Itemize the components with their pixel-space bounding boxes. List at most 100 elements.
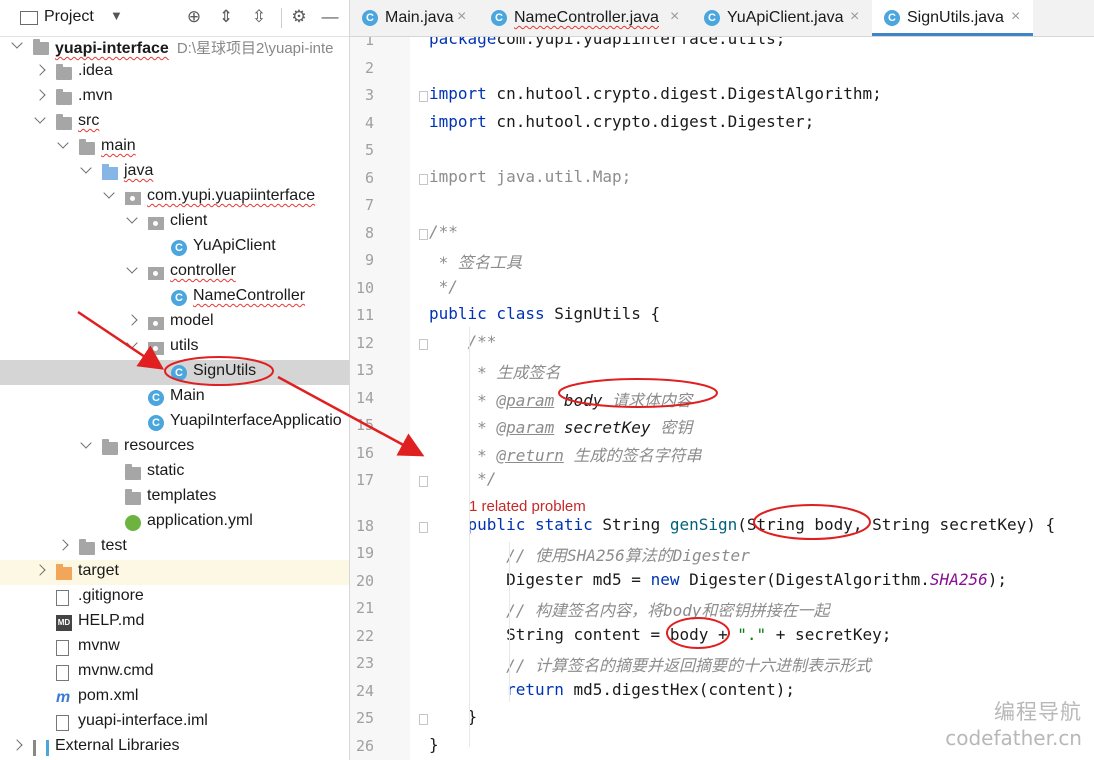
tree-item[interactable]: java: [0, 160, 349, 185]
chevron-down-icon[interactable]: [104, 190, 114, 200]
tree-item[interactable]: yuapi-interface.iml: [0, 710, 349, 735]
fold-marker-icon[interactable]: [419, 338, 428, 350]
fold-marker-icon[interactable]: [419, 228, 428, 240]
tree-item[interactable]: static: [0, 460, 349, 485]
folder-icon: [79, 139, 95, 155]
tree-item[interactable]: application.yml: [0, 510, 349, 535]
code-line[interactable]: // 使用SHA256算法的Digester: [429, 542, 750, 566]
code-line[interactable]: }: [429, 735, 439, 754]
tree-item[interactable]: templates: [0, 485, 349, 510]
line-number: 8: [364, 223, 374, 242]
expand-all-icon[interactable]: ⇕: [216, 6, 236, 28]
chevron-right-icon[interactable]: [35, 565, 45, 575]
tree-item[interactable]: mvnw: [0, 635, 349, 660]
close-icon[interactable]: ×: [850, 8, 859, 26]
code-line[interactable]: public class SignUtils {: [429, 304, 660, 323]
tree-item[interactable]: controller: [0, 260, 349, 285]
chevron-down-icon[interactable]: [127, 215, 137, 225]
close-icon[interactable]: ×: [670, 8, 679, 26]
tree-item[interactable]: .idea: [0, 60, 349, 85]
fold-marker-icon[interactable]: [419, 476, 428, 487]
editor-tab[interactable]: YuApiClient.java ×: [692, 0, 872, 36]
fold-marker-icon[interactable]: [419, 91, 428, 102]
indent-guide: [509, 542, 510, 702]
tree-item[interactable]: mvnw.cmd: [0, 660, 349, 685]
tree-item[interactable]: test: [0, 535, 349, 560]
tree-item-text: com.yupi.yuapiinterface: [147, 187, 316, 204]
code-token: (String body, String secretKey) {: [737, 514, 1056, 534]
code-line[interactable]: // 计算签名的摘要并返回摘要的十六进制表示形式: [429, 652, 871, 676]
tree-item[interactable]: yuapi-interface D:\星球项目2\yuapi-inte: [0, 35, 349, 60]
chevron-down-icon[interactable]: [58, 140, 68, 150]
chevron-down-icon[interactable]: [127, 340, 137, 350]
fold-marker-icon[interactable]: [419, 521, 428, 533]
tree-item[interactable]: .gitignore: [0, 585, 349, 610]
tree-item[interactable]: SignUtils: [0, 360, 349, 385]
code-line[interactable]: /**: [429, 222, 458, 241]
tree-item[interactable]: src: [0, 110, 349, 135]
code-line[interactable]: import cn.hutool.crypto.digest.Digester;: [429, 112, 814, 131]
hide-icon[interactable]: —: [320, 6, 340, 28]
code-line[interactable]: * 签名工具: [429, 249, 522, 273]
code-line[interactable]: packagecom.yupi.yuapiinterface.utils;: [429, 37, 785, 48]
tree-item[interactable]: main: [0, 135, 349, 160]
chevron-down-icon[interactable]: [12, 40, 22, 50]
chevron-down-icon[interactable]: [81, 440, 91, 450]
line-number: 24: [355, 681, 374, 700]
chevron-down-icon[interactable]: [127, 265, 137, 275]
editor-tab[interactable]: NameController.java ×: [479, 0, 692, 36]
line-number: 21: [355, 599, 374, 617]
tree-item-label: NameController: [193, 287, 305, 305]
project-panel-title[interactable]: Project: [44, 8, 94, 26]
chevron-right-icon[interactable]: [127, 315, 137, 325]
code-line[interactable]: return md5.digestHex(content);: [429, 680, 795, 699]
fold-marker-icon[interactable]: [419, 173, 428, 185]
code-line[interactable]: String content = body + "." + secretKey;: [429, 625, 891, 644]
code-line[interactable]: */: [429, 277, 458, 296]
code-line[interactable]: Digester md5 = new Digester(DigestAlgori…: [429, 570, 1007, 589]
code-line[interactable]: public static String genSign(String body…: [429, 514, 1056, 534]
chevron-down-icon[interactable]: [35, 115, 45, 125]
tree-item[interactable]: .mvn: [0, 85, 349, 110]
tree-item[interactable]: External Libraries: [0, 735, 349, 760]
tree-item[interactable]: resources: [0, 435, 349, 460]
editor-tab[interactable]: Main.java×: [350, 0, 479, 36]
tree-item[interactable]: client: [0, 210, 349, 235]
code-token: SignUtils {: [544, 304, 661, 323]
chevron-right-icon[interactable]: [35, 90, 45, 100]
related-problem-hint[interactable]: 1 related problem: [469, 498, 586, 515]
tree-item[interactable]: YuapiInterfaceApplicatio: [0, 410, 349, 435]
collapse-all-icon[interactable]: ⇳: [249, 6, 269, 28]
tree-item[interactable]: m pom.xml: [0, 685, 349, 710]
code-line[interactable]: * 生成签名: [429, 359, 560, 383]
code-line[interactable]: */: [429, 469, 496, 488]
class-icon: [171, 365, 187, 381]
package-icon: [148, 267, 164, 280]
tree-item[interactable]: model: [0, 310, 349, 335]
tree-item-label: yuapi-interface.iml: [78, 712, 208, 730]
chevron-down-icon[interactable]: ▼: [110, 8, 123, 23]
chevron-down-icon[interactable]: [81, 165, 91, 175]
code-line[interactable]: // 构建签名内容，将body和密钥拼接在一起: [429, 597, 829, 621]
chevron-right-icon[interactable]: [35, 65, 45, 75]
code-line[interactable]: /**: [429, 332, 497, 351]
code-editor[interactable]: 1 2 3 4 5 6 7 8 9 10 11 12 13 14 15 16 17 18 19 20 21 22 23 24 2…: [350, 37, 1094, 760]
code-line[interactable]: import java.util.Map;: [429, 167, 631, 186]
tree-item[interactable]: Main: [0, 385, 349, 410]
fold-marker-icon[interactable]: [419, 714, 428, 725]
tree-item-label: main: [101, 137, 136, 155]
close-icon[interactable]: ×: [1011, 8, 1020, 26]
gear-icon[interactable]: ⚙: [289, 6, 309, 28]
tree-item[interactable]: com.yupi.yuapiinterface: [0, 185, 349, 210]
tree-item[interactable]: utils: [0, 335, 349, 360]
close-icon[interactable]: ×: [457, 8, 466, 26]
tree-item[interactable]: target: [0, 560, 349, 585]
locate-icon[interactable]: ⊕: [184, 6, 204, 28]
tree-item[interactable]: NameController: [0, 285, 349, 310]
editor-tab[interactable]: SignUtils.java ×: [872, 0, 1033, 36]
code-line[interactable]: import cn.hutool.crypto.digest.DigestAlg…: [429, 84, 882, 103]
tree-item[interactable]: MD HELP.md: [0, 610, 349, 635]
chevron-right-icon[interactable]: [58, 540, 68, 550]
chevron-right-icon[interactable]: [12, 740, 22, 750]
tree-item[interactable]: YuApiClient: [0, 235, 349, 260]
